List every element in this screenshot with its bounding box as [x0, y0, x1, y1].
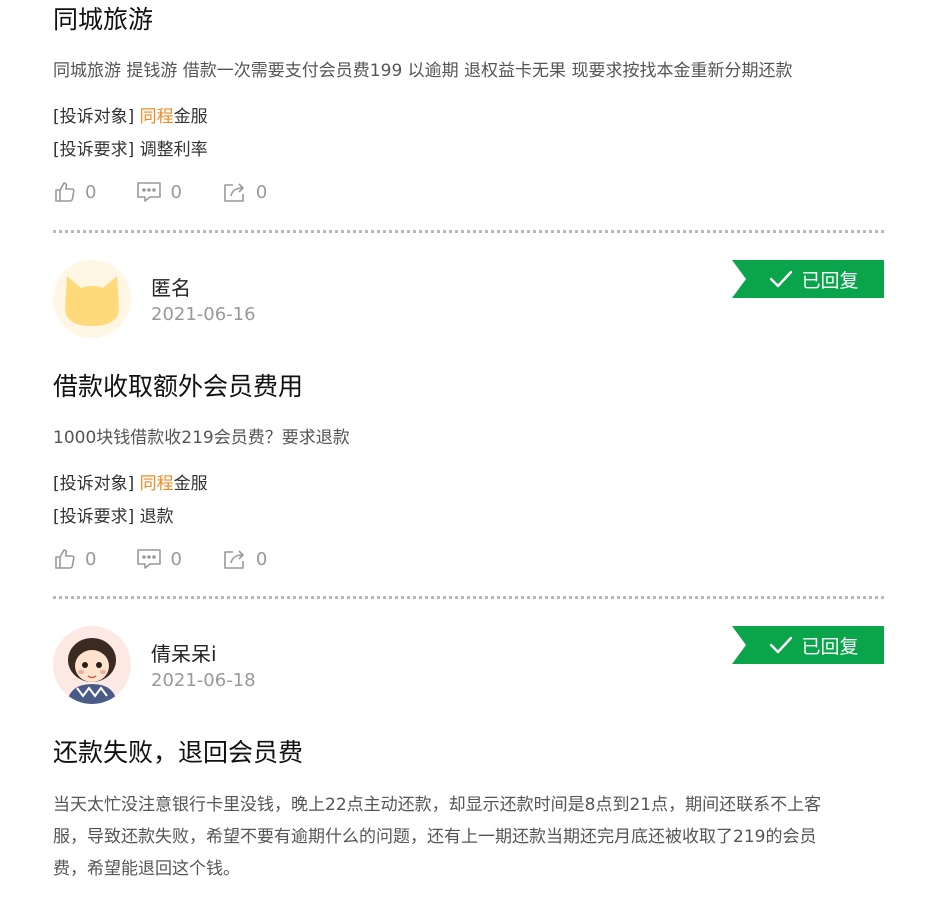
target-label: [投诉对象]: [53, 107, 135, 127]
user-row: 匿名 2021-06-16 已回复: [53, 260, 884, 340]
complaint-title[interactable]: 借款收取额外会员费用: [53, 371, 303, 403]
action-bar: 0 0 0: [53, 178, 307, 206]
replied-badge: 已回复: [732, 260, 884, 298]
description-line: 费，希望能退回这个钱。: [53, 859, 240, 879]
comment-icon: [137, 182, 162, 202]
complaint-card: 倩呆呆i 2021-06-18 已回复 还款失败，退回会员费 当天太忙没注意银行…: [53, 626, 884, 879]
description-line: 当天太忙没注意银行卡里没钱，晚上22点主动还款，却显示还款时间是8点到21点，期…: [53, 795, 822, 815]
comment-button[interactable]: 0: [136, 547, 182, 571]
target-label: [投诉对象]: [53, 474, 135, 494]
target-company-rest[interactable]: 金服: [174, 107, 208, 127]
complaint-demand: [投诉要求] 调整利率: [53, 138, 208, 162]
like-button[interactable]: 0: [53, 547, 96, 571]
complaint-card: 匿名 2021-06-16 已回复 借款收取额外会员费用 1000块钱借款收21…: [53, 260, 884, 570]
share-icon: [224, 183, 244, 202]
avatar[interactable]: [53, 626, 131, 704]
target-company-highlight[interactable]: 同程: [140, 107, 174, 127]
complaint-title[interactable]: 同城旅游: [53, 4, 153, 36]
target-company-highlight[interactable]: 同程: [140, 474, 174, 494]
complaint-title[interactable]: 还款失败，退回会员费: [53, 737, 303, 769]
girl-avatar-icon: [67, 638, 117, 704]
cat-avatar-icon: [65, 276, 119, 326]
user-name[interactable]: 匿名: [151, 275, 191, 301]
share-icon: [224, 550, 244, 569]
complaint-target: [投诉对象] 同程金服: [53, 472, 208, 496]
demand-value: 退款: [139, 507, 174, 527]
share-count: 0: [255, 548, 268, 570]
description-line: 服，导致还款失败，希望不要有逾期什么的问题，还有上一期还款当期还完月底还被收取了…: [53, 827, 817, 847]
thumb-up-icon: [55, 182, 75, 202]
post-date: 2021-06-16: [151, 304, 256, 325]
complaint-description: 当天太忙没注意银行卡里没钱，晚上22点主动还款，却显示还款时间是8点到21点，期…: [53, 789, 884, 885]
user-name[interactable]: 倩呆呆i: [151, 641, 217, 667]
complaint-description: 同城旅游 提钱游 借款一次需要支付会员费199 以逾期 退权益卡无果 现要求按找…: [53, 61, 793, 81]
complaint-demand: [投诉要求] 退款: [53, 505, 174, 529]
comment-button[interactable]: 0: [136, 180, 182, 204]
action-bar: 0 0 0: [53, 545, 307, 573]
check-icon: [770, 270, 793, 288]
demand-label: [投诉要求]: [53, 507, 135, 527]
card-divider: [53, 596, 884, 599]
user-row: 倩呆呆i 2021-06-18 已回复: [53, 626, 884, 706]
replied-label: 已回复: [801, 269, 859, 292]
comment-count: 0: [170, 548, 182, 570]
like-button[interactable]: 0: [53, 180, 96, 204]
share-button[interactable]: 0: [222, 547, 267, 571]
post-date: 2021-06-18: [151, 670, 256, 691]
complaint-description: 1000块钱借款收219会员费？要求退款: [53, 428, 350, 448]
replied-badge: 已回复: [732, 626, 884, 664]
like-count: 0: [85, 548, 97, 570]
share-button[interactable]: 0: [222, 180, 267, 204]
like-count: 0: [85, 181, 97, 203]
avatar[interactable]: [53, 260, 131, 338]
share-count: 0: [255, 181, 268, 203]
comment-icon: [137, 549, 162, 569]
complaint-target: [投诉对象] 同程金服: [53, 105, 208, 129]
check-icon: [770, 636, 793, 654]
comment-count: 0: [170, 181, 182, 203]
target-company-rest[interactable]: 金服: [174, 474, 208, 494]
replied-label: 已回复: [801, 635, 859, 658]
thumb-up-icon: [55, 549, 75, 569]
demand-label: [投诉要求]: [53, 140, 135, 160]
demand-value: 调整利率: [139, 140, 208, 160]
card-divider: [53, 230, 884, 233]
